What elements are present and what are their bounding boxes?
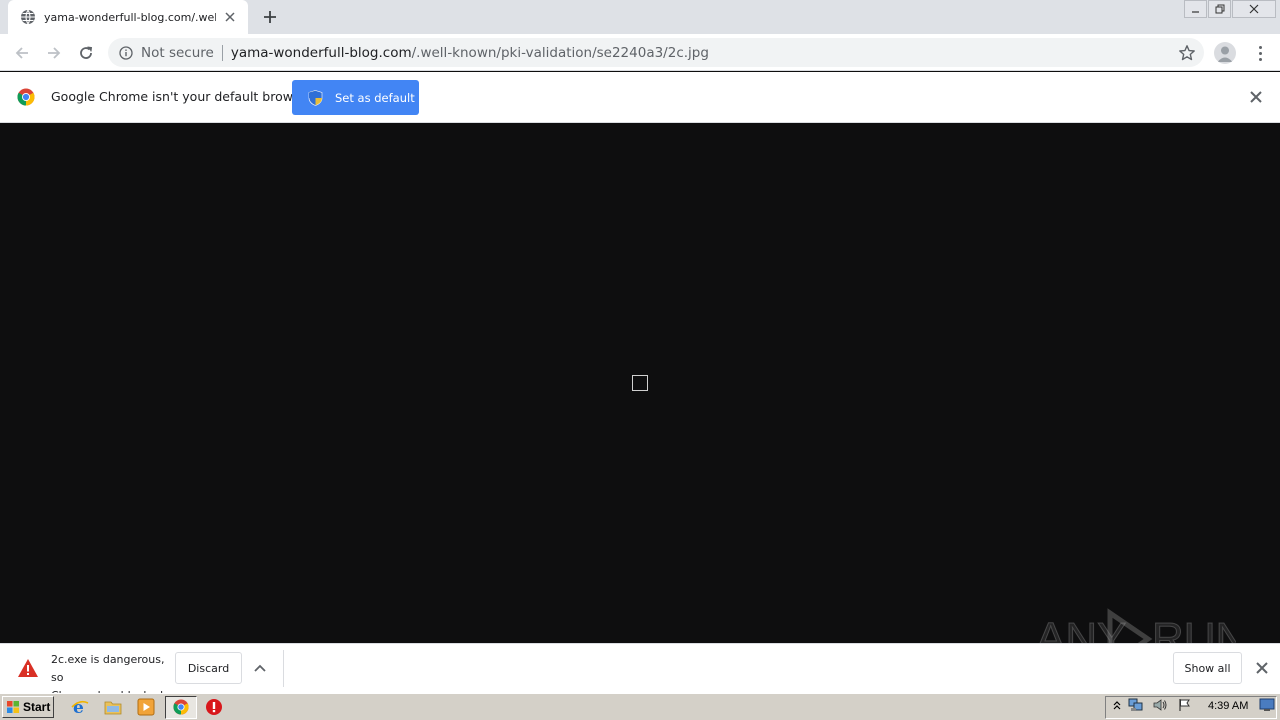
tray-expand-icon[interactable]: [1109, 698, 1125, 712]
show-all-button[interactable]: Show all: [1173, 652, 1242, 684]
set-as-default-label: Set as default: [335, 90, 415, 105]
globe-icon: [21, 9, 35, 25]
info-icon[interactable]: [118, 45, 134, 61]
volume-icon[interactable]: [1152, 698, 1168, 712]
network-icon[interactable]: [1128, 698, 1144, 712]
restore-button[interactable]: [1208, 0, 1231, 18]
show-desktop-icon[interactable]: [1259, 698, 1275, 712]
omnibox-separator: [221, 44, 223, 61]
uac-shield-icon: [308, 89, 323, 106]
action-center-flag-icon[interactable]: [1177, 698, 1193, 712]
bookmark-star-icon[interactable]: [1178, 44, 1196, 62]
svg-text:e: e: [73, 698, 84, 716]
profile-avatar[interactable]: [1214, 42, 1236, 64]
security-label: Not secure: [141, 44, 214, 61]
infobar-message: Google Chrome isn't your default browser: [51, 89, 313, 104]
explorer-icon[interactable]: [104, 698, 122, 716]
close-window-button[interactable]: [1232, 0, 1276, 18]
windows-flag-icon: [7, 701, 19, 713]
media-player-icon[interactable]: [137, 698, 155, 716]
tab-title: yama-wonderfull-blog.com/.well-known/pki…: [44, 10, 216, 24]
minimize-button[interactable]: [1184, 0, 1207, 18]
danger-warning-icon: [18, 659, 38, 677]
chrome-icon[interactable]: [172, 698, 190, 716]
chevron-up-icon[interactable]: [251, 660, 269, 676]
page-content: ANY RUN: [0, 123, 1280, 669]
discard-button[interactable]: Discard: [175, 652, 242, 684]
download-item-divider: [283, 650, 284, 687]
download-shelf: 2c.exe is dangerous, so Chrome has block…: [0, 643, 1280, 720]
url-host: yama-wonderfull-blog.com: [230, 44, 412, 61]
toolbar: Not secure yama-wonderfull-blog.com /.we…: [0, 34, 1280, 71]
url-path: /.well-known/pki-validation/se2240a3/2c.…: [411, 44, 709, 61]
tab-strip: yama-wonderfull-blog.com/.well-known/pki…: [0, 0, 1280, 34]
ie-icon[interactable]: e: [71, 698, 89, 716]
start-label: Start: [23, 700, 51, 714]
blocked-app-icon[interactable]: [205, 698, 223, 716]
set-as-default-button[interactable]: Set as default: [292, 80, 419, 115]
start-button[interactable]: Start: [2, 696, 54, 718]
tab-active[interactable]: yama-wonderfull-blog.com/.well-known/pki…: [8, 0, 248, 34]
new-tab-button[interactable]: [259, 6, 281, 28]
forward-button[interactable]: [42, 41, 66, 65]
download-shelf-close-icon[interactable]: [1254, 660, 1270, 676]
download-warning-line1: 2c.exe is dangerous, so: [51, 653, 165, 684]
infobar-close-icon[interactable]: [1247, 88, 1265, 106]
back-button[interactable]: [10, 41, 34, 65]
reload-button[interactable]: [74, 41, 98, 65]
broken-image-icon: [632, 375, 648, 391]
tab-close-icon[interactable]: [222, 9, 238, 25]
taskbar-clock[interactable]: 4:39 AM: [1208, 700, 1248, 712]
chrome-logo-icon: [17, 88, 35, 106]
windows-taskbar: Start e 4:39 AM: [0, 693, 1280, 720]
omnibox[interactable]: Not secure yama-wonderfull-blog.com /.we…: [108, 38, 1204, 67]
default-browser-infobar: Google Chrome isn't your default browser…: [0, 72, 1280, 123]
screen: yama-wonderfull-blog.com/.well-known/pki…: [0, 0, 1280, 720]
chrome-menu-button[interactable]: [1250, 42, 1270, 64]
